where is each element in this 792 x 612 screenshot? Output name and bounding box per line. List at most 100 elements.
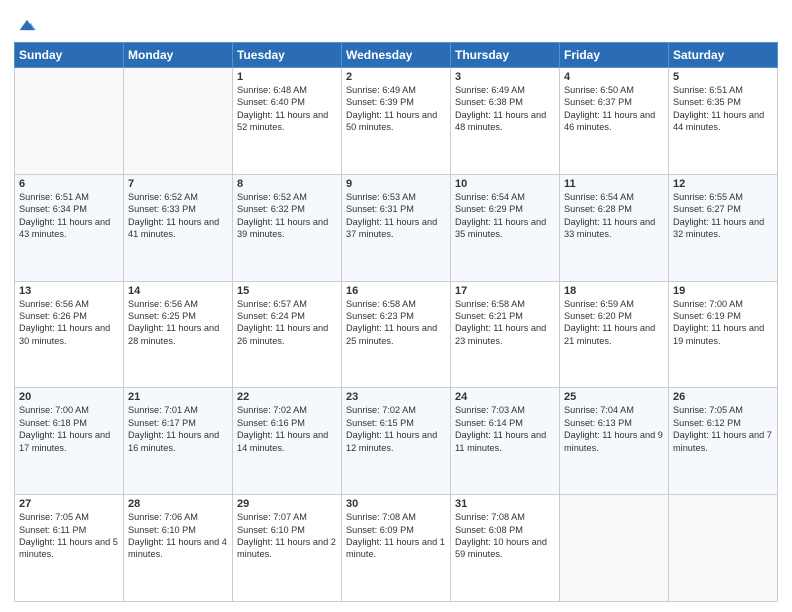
calendar-cell: 18Sunrise: 6:59 AM Sunset: 6:20 PM Dayli… [560, 281, 669, 388]
cell-info: Sunrise: 7:01 AM Sunset: 6:17 PM Dayligh… [128, 404, 228, 454]
day-number: 21 [128, 391, 228, 403]
calendar-cell: 15Sunrise: 6:57 AM Sunset: 6:24 PM Dayli… [233, 281, 342, 388]
day-number: 20 [19, 391, 119, 403]
cell-info: Sunrise: 6:51 AM Sunset: 6:34 PM Dayligh… [19, 191, 119, 241]
cell-info: Sunrise: 6:53 AM Sunset: 6:31 PM Dayligh… [346, 191, 446, 241]
cell-info: Sunrise: 7:08 AM Sunset: 6:09 PM Dayligh… [346, 511, 446, 561]
day-number: 31 [455, 498, 555, 510]
cell-info: Sunrise: 7:05 AM Sunset: 6:11 PM Dayligh… [19, 511, 119, 561]
cell-info: Sunrise: 7:06 AM Sunset: 6:10 PM Dayligh… [128, 511, 228, 561]
calendar-cell [560, 495, 669, 602]
cell-info: Sunrise: 7:04 AM Sunset: 6:13 PM Dayligh… [564, 404, 664, 454]
calendar-cell: 28Sunrise: 7:06 AM Sunset: 6:10 PM Dayli… [124, 495, 233, 602]
calendar-cell: 3Sunrise: 6:49 AM Sunset: 6:38 PM Daylig… [451, 68, 560, 175]
calendar-table: SundayMondayTuesdayWednesdayThursdayFrid… [14, 42, 778, 602]
day-number: 23 [346, 391, 446, 403]
calendar-cell: 10Sunrise: 6:54 AM Sunset: 6:29 PM Dayli… [451, 174, 560, 281]
cell-info: Sunrise: 6:48 AM Sunset: 6:40 PM Dayligh… [237, 84, 337, 134]
calendar-cell: 14Sunrise: 6:56 AM Sunset: 6:25 PM Dayli… [124, 281, 233, 388]
calendar-cell: 25Sunrise: 7:04 AM Sunset: 6:13 PM Dayli… [560, 388, 669, 495]
cell-info: Sunrise: 6:58 AM Sunset: 6:23 PM Dayligh… [346, 298, 446, 348]
calendar-cell [15, 68, 124, 175]
calendar-cell: 9Sunrise: 6:53 AM Sunset: 6:31 PM Daylig… [342, 174, 451, 281]
day-number: 8 [237, 178, 337, 190]
week-row-1: 1Sunrise: 6:48 AM Sunset: 6:40 PM Daylig… [15, 68, 778, 175]
calendar-cell: 5Sunrise: 6:51 AM Sunset: 6:35 PM Daylig… [669, 68, 778, 175]
cell-info: Sunrise: 7:00 AM Sunset: 6:19 PM Dayligh… [673, 298, 773, 348]
calendar-cell: 11Sunrise: 6:54 AM Sunset: 6:28 PM Dayli… [560, 174, 669, 281]
day-number: 15 [237, 285, 337, 297]
day-header-thursday: Thursday [451, 43, 560, 68]
calendar-cell: 4Sunrise: 6:50 AM Sunset: 6:37 PM Daylig… [560, 68, 669, 175]
calendar-cell: 31Sunrise: 7:08 AM Sunset: 6:08 PM Dayli… [451, 495, 560, 602]
day-header-wednesday: Wednesday [342, 43, 451, 68]
cell-info: Sunrise: 7:05 AM Sunset: 6:12 PM Dayligh… [673, 404, 773, 454]
cell-info: Sunrise: 6:59 AM Sunset: 6:20 PM Dayligh… [564, 298, 664, 348]
calendar-cell: 13Sunrise: 6:56 AM Sunset: 6:26 PM Dayli… [15, 281, 124, 388]
day-number: 27 [19, 498, 119, 510]
day-number: 11 [564, 178, 664, 190]
calendar-cell: 30Sunrise: 7:08 AM Sunset: 6:09 PM Dayli… [342, 495, 451, 602]
day-number: 26 [673, 391, 773, 403]
calendar-cell: 27Sunrise: 7:05 AM Sunset: 6:11 PM Dayli… [15, 495, 124, 602]
day-header-tuesday: Tuesday [233, 43, 342, 68]
day-number: 9 [346, 178, 446, 190]
day-number: 25 [564, 391, 664, 403]
calendar-cell: 2Sunrise: 6:49 AM Sunset: 6:39 PM Daylig… [342, 68, 451, 175]
calendar-cell: 7Sunrise: 6:52 AM Sunset: 6:33 PM Daylig… [124, 174, 233, 281]
day-header-saturday: Saturday [669, 43, 778, 68]
cell-info: Sunrise: 6:52 AM Sunset: 6:32 PM Dayligh… [237, 191, 337, 241]
cell-info: Sunrise: 6:56 AM Sunset: 6:26 PM Dayligh… [19, 298, 119, 348]
calendar-cell: 19Sunrise: 7:00 AM Sunset: 6:19 PM Dayli… [669, 281, 778, 388]
cell-info: Sunrise: 7:08 AM Sunset: 6:08 PM Dayligh… [455, 511, 555, 561]
calendar-body: 1Sunrise: 6:48 AM Sunset: 6:40 PM Daylig… [15, 68, 778, 602]
week-row-3: 13Sunrise: 6:56 AM Sunset: 6:26 PM Dayli… [15, 281, 778, 388]
calendar-cell: 20Sunrise: 7:00 AM Sunset: 6:18 PM Dayli… [15, 388, 124, 495]
logo [14, 14, 38, 36]
day-header-monday: Monday [124, 43, 233, 68]
calendar-cell: 16Sunrise: 6:58 AM Sunset: 6:23 PM Dayli… [342, 281, 451, 388]
week-row-2: 6Sunrise: 6:51 AM Sunset: 6:34 PM Daylig… [15, 174, 778, 281]
day-number: 13 [19, 285, 119, 297]
day-number: 30 [346, 498, 446, 510]
day-number: 6 [19, 178, 119, 190]
cell-info: Sunrise: 6:55 AM Sunset: 6:27 PM Dayligh… [673, 191, 773, 241]
day-number: 19 [673, 285, 773, 297]
cell-info: Sunrise: 7:03 AM Sunset: 6:14 PM Dayligh… [455, 404, 555, 454]
calendar-cell: 8Sunrise: 6:52 AM Sunset: 6:32 PM Daylig… [233, 174, 342, 281]
page: SundayMondayTuesdayWednesdayThursdayFrid… [0, 0, 792, 612]
day-number: 17 [455, 285, 555, 297]
day-number: 29 [237, 498, 337, 510]
calendar-cell: 26Sunrise: 7:05 AM Sunset: 6:12 PM Dayli… [669, 388, 778, 495]
day-of-week-row: SundayMondayTuesdayWednesdayThursdayFrid… [15, 43, 778, 68]
day-number: 1 [237, 71, 337, 83]
cell-info: Sunrise: 6:52 AM Sunset: 6:33 PM Dayligh… [128, 191, 228, 241]
calendar-cell [669, 495, 778, 602]
calendar-cell: 23Sunrise: 7:02 AM Sunset: 6:15 PM Dayli… [342, 388, 451, 495]
cell-info: Sunrise: 6:54 AM Sunset: 6:28 PM Dayligh… [564, 191, 664, 241]
day-number: 14 [128, 285, 228, 297]
calendar-cell: 17Sunrise: 6:58 AM Sunset: 6:21 PM Dayli… [451, 281, 560, 388]
calendar-cell: 6Sunrise: 6:51 AM Sunset: 6:34 PM Daylig… [15, 174, 124, 281]
day-number: 4 [564, 71, 664, 83]
calendar-cell: 24Sunrise: 7:03 AM Sunset: 6:14 PM Dayli… [451, 388, 560, 495]
day-header-sunday: Sunday [15, 43, 124, 68]
cell-info: Sunrise: 7:02 AM Sunset: 6:15 PM Dayligh… [346, 404, 446, 454]
calendar-cell: 12Sunrise: 6:55 AM Sunset: 6:27 PM Dayli… [669, 174, 778, 281]
week-row-5: 27Sunrise: 7:05 AM Sunset: 6:11 PM Dayli… [15, 495, 778, 602]
calendar-cell: 29Sunrise: 7:07 AM Sunset: 6:10 PM Dayli… [233, 495, 342, 602]
cell-info: Sunrise: 6:57 AM Sunset: 6:24 PM Dayligh… [237, 298, 337, 348]
day-number: 12 [673, 178, 773, 190]
cell-info: Sunrise: 6:56 AM Sunset: 6:25 PM Dayligh… [128, 298, 228, 348]
day-number: 3 [455, 71, 555, 83]
week-row-4: 20Sunrise: 7:00 AM Sunset: 6:18 PM Dayli… [15, 388, 778, 495]
cell-info: Sunrise: 6:50 AM Sunset: 6:37 PM Dayligh… [564, 84, 664, 134]
cell-info: Sunrise: 6:54 AM Sunset: 6:29 PM Dayligh… [455, 191, 555, 241]
day-number: 16 [346, 285, 446, 297]
calendar-cell: 1Sunrise: 6:48 AM Sunset: 6:40 PM Daylig… [233, 68, 342, 175]
header [14, 10, 778, 36]
calendar-cell: 21Sunrise: 7:01 AM Sunset: 6:17 PM Dayli… [124, 388, 233, 495]
day-number: 24 [455, 391, 555, 403]
day-number: 10 [455, 178, 555, 190]
calendar-cell: 22Sunrise: 7:02 AM Sunset: 6:16 PM Dayli… [233, 388, 342, 495]
